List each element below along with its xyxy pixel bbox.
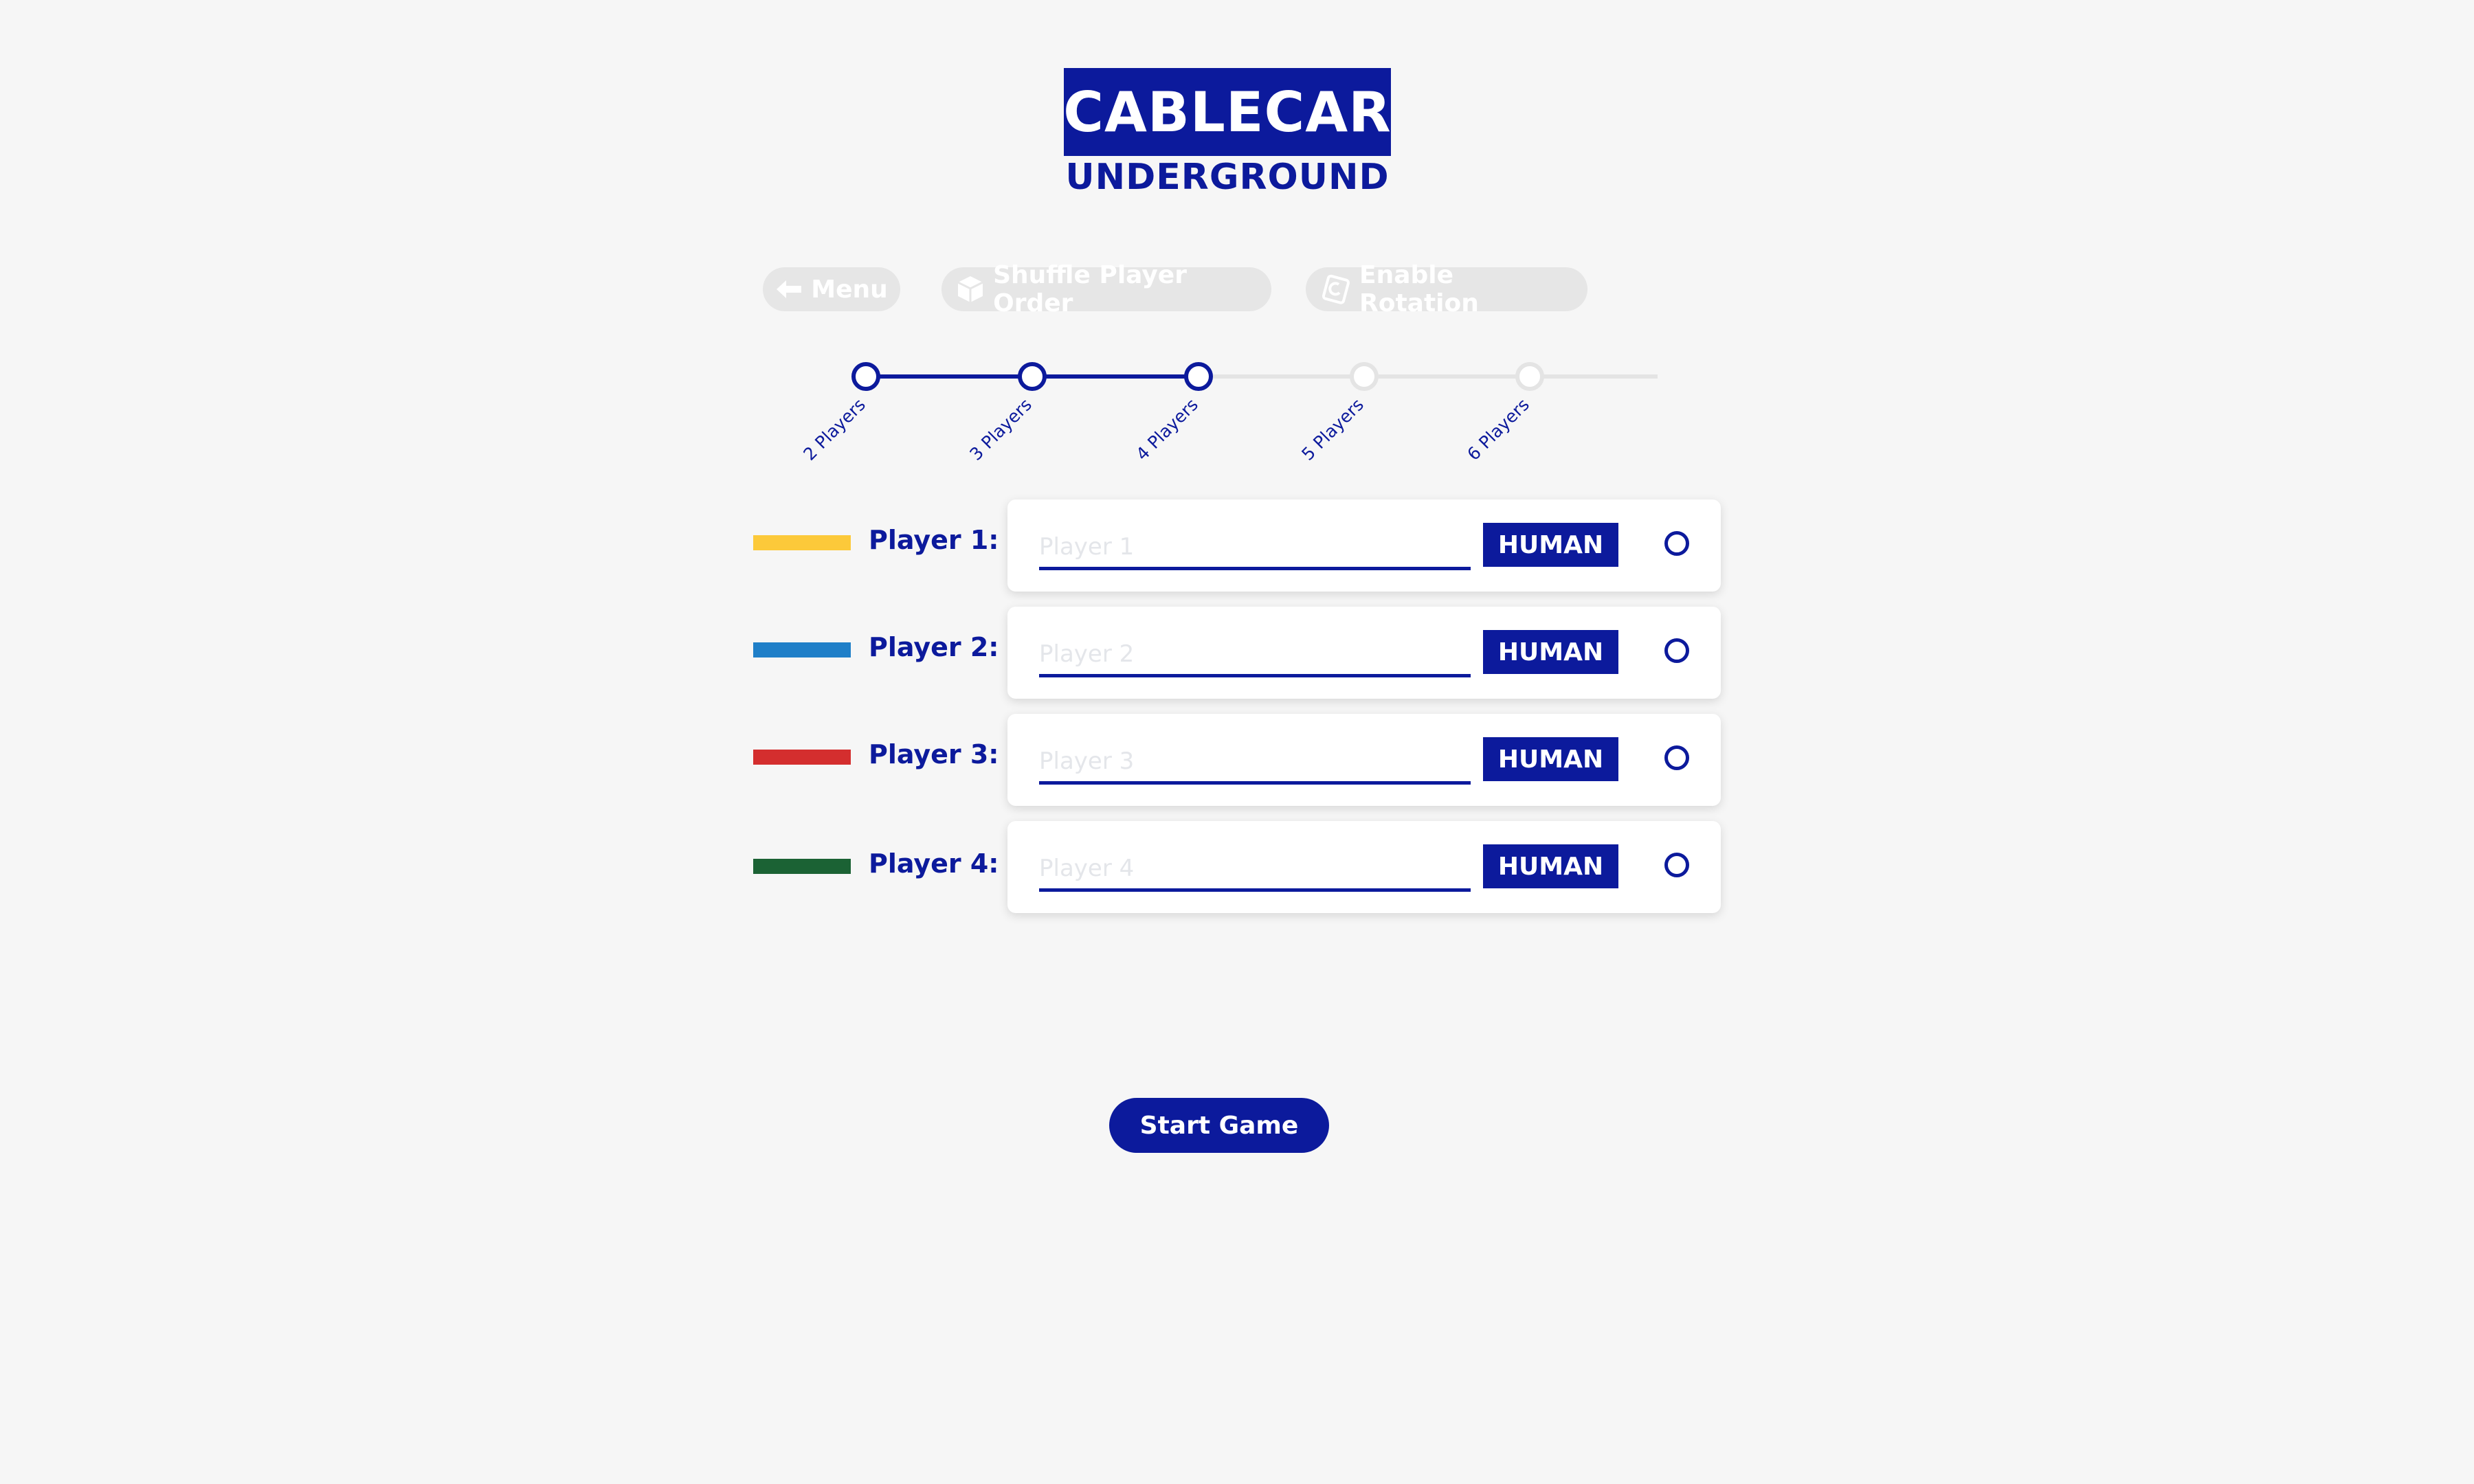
shuffle-player-order-button[interactable]: Shuffle Player Order: [941, 261, 1271, 317]
player-1-type-button[interactable]: HUMAN: [1483, 523, 1618, 567]
player-4-radio[interactable]: [1664, 853, 1689, 877]
player-4-card: HUMAN: [1007, 821, 1721, 913]
player-2-name-input[interactable]: [1039, 634, 1471, 677]
step-6-players-dot[interactable]: [1515, 362, 1544, 391]
step-label-6-players[interactable]: 6 Players: [1464, 394, 1534, 464]
arrow-left-icon: [775, 273, 803, 305]
menu-button[interactable]: Menu: [763, 267, 900, 311]
player-1-color-swatch: [753, 535, 851, 550]
step-2-players-dot[interactable]: [851, 362, 880, 391]
step-label-3-players[interactable]: 3 Players: [966, 394, 1036, 464]
enable-rotation-button[interactable]: Enable Rotation: [1306, 261, 1587, 317]
rotation-button-label: Enable Rotation: [1359, 261, 1479, 317]
player-3-radio[interactable]: [1664, 745, 1689, 770]
player-1-radio[interactable]: [1664, 531, 1689, 556]
player-2-label: Player 2:: [869, 632, 999, 662]
player-2-type-button[interactable]: HUMAN: [1483, 630, 1618, 674]
player-4-type-button[interactable]: HUMAN: [1483, 844, 1618, 888]
player-count-track: [851, 362, 1658, 391]
player-1-label: Player 1:: [869, 525, 999, 555]
logo-subtitle: UNDERGROUND: [1065, 157, 1390, 198]
player-3-type-button[interactable]: HUMAN: [1483, 737, 1618, 781]
step-label-5-players[interactable]: 5 Players: [1298, 394, 1368, 464]
player-1-name-input[interactable]: [1039, 527, 1471, 570]
step-5-players-dot[interactable]: [1350, 362, 1379, 391]
menu-button-label: Menu: [811, 275, 888, 304]
logo-title: CABLECAR: [1063, 68, 1391, 156]
dice-icon: [955, 273, 985, 305]
player-3-name-input[interactable]: [1039, 741, 1471, 785]
shuffle-button-label: Shuffle Player Order: [993, 261, 1187, 317]
player-2-card: HUMAN: [1007, 607, 1721, 699]
player-3-label: Player 3:: [869, 739, 999, 769]
player-4-color-swatch: [753, 859, 851, 874]
player-3-card: HUMAN: [1007, 714, 1721, 806]
player-3-color-swatch: [753, 750, 851, 765]
player-4-name-input[interactable]: [1039, 848, 1471, 892]
player-4-label: Player 4:: [869, 848, 999, 879]
step-label-4-players[interactable]: 4 Players: [1133, 394, 1203, 464]
player-2-color-swatch: [753, 642, 851, 657]
step-label-2-players[interactable]: 2 Players: [800, 394, 870, 464]
start-game-button[interactable]: Start Game: [1109, 1098, 1329, 1153]
step-3-players-dot[interactable]: [1018, 362, 1047, 391]
step-4-players-dot[interactable]: [1184, 362, 1213, 391]
player-count-selector[interactable]: 2 Players 3 Players 4 Players 5 Players …: [790, 344, 1684, 481]
player-2-radio[interactable]: [1664, 638, 1689, 663]
rotation-icon: [1319, 273, 1351, 305]
player-1-card: HUMAN: [1007, 499, 1721, 592]
